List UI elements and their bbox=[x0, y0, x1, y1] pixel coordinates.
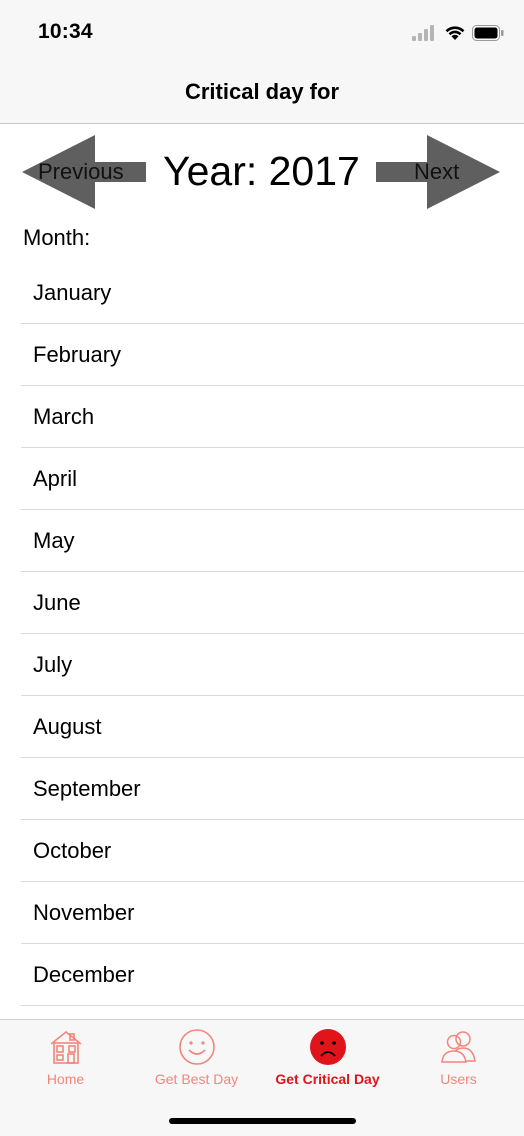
tab-users[interactable]: Users bbox=[393, 1020, 524, 1100]
month-item-label: January bbox=[33, 280, 112, 305]
users-icon bbox=[441, 1031, 476, 1063]
month-heading: Month: bbox=[23, 225, 91, 250]
tab-get-critical-day[interactable]: Get Critical Day bbox=[262, 1020, 393, 1100]
month-item-label: July bbox=[33, 652, 73, 677]
month-item-september[interactable]: September bbox=[21, 758, 524, 820]
battery-icon bbox=[472, 25, 504, 41]
page-title: Critical day for bbox=[184, 79, 340, 104]
wifi-icon bbox=[445, 26, 465, 40]
month-item-label: November bbox=[33, 900, 135, 925]
next-year-button[interactable]: Next bbox=[376, 135, 500, 209]
month-item-label: August bbox=[33, 714, 102, 739]
month-item-label: May bbox=[33, 528, 75, 553]
month-item-label: March bbox=[33, 404, 95, 429]
home-indicator bbox=[169, 1118, 356, 1124]
status-bar: 10:34 bbox=[0, 0, 524, 62]
status-icons bbox=[412, 22, 504, 42]
month-list: January February March April May June Ju… bbox=[21, 262, 524, 1006]
month-item-may[interactable]: May bbox=[21, 510, 524, 572]
tab-get-best-day[interactable]: Get Best Day bbox=[131, 1020, 262, 1100]
previous-year-label: Previous bbox=[38, 159, 124, 184]
month-item-march[interactable]: March bbox=[21, 386, 524, 448]
month-item-label: June bbox=[33, 590, 81, 615]
smiley-face-icon bbox=[179, 1029, 215, 1065]
sad-face-icon bbox=[310, 1029, 346, 1065]
status-time: 10:34 bbox=[38, 20, 93, 43]
tab-users-label: Users bbox=[440, 1071, 477, 1087]
month-item-label: September bbox=[33, 776, 141, 801]
month-item-january[interactable]: January bbox=[21, 262, 524, 324]
month-item-label: April bbox=[33, 466, 78, 491]
month-item-june[interactable]: June bbox=[21, 572, 524, 634]
house-icon bbox=[50, 1030, 82, 1064]
month-item-february[interactable]: February bbox=[21, 324, 524, 386]
tab-get-critical-day-label: Get Critical Day bbox=[275, 1071, 380, 1087]
tab-get-best-day-label: Get Best Day bbox=[154, 1071, 239, 1087]
month-item-label: December bbox=[33, 962, 135, 987]
month-item-november[interactable]: November bbox=[21, 882, 524, 944]
cellular-signal-icon bbox=[412, 25, 434, 41]
previous-year-button[interactable]: Previous bbox=[22, 135, 146, 209]
next-year-label: Next bbox=[414, 159, 460, 184]
month-item-october[interactable]: October bbox=[21, 820, 524, 882]
month-item-august[interactable]: August bbox=[21, 696, 524, 758]
month-item-label: October bbox=[33, 838, 112, 863]
tab-home-label: Home bbox=[46, 1071, 85, 1087]
tab-home[interactable]: Home bbox=[0, 1020, 131, 1100]
month-item-december[interactable]: December bbox=[21, 944, 524, 1006]
navigation-bar: Critical day for bbox=[0, 62, 524, 124]
month-item-label: February bbox=[33, 342, 122, 367]
month-item-july[interactable]: July bbox=[21, 634, 524, 696]
year-display: Year: 2017 bbox=[163, 148, 360, 194]
month-item-april[interactable]: April bbox=[21, 448, 524, 510]
